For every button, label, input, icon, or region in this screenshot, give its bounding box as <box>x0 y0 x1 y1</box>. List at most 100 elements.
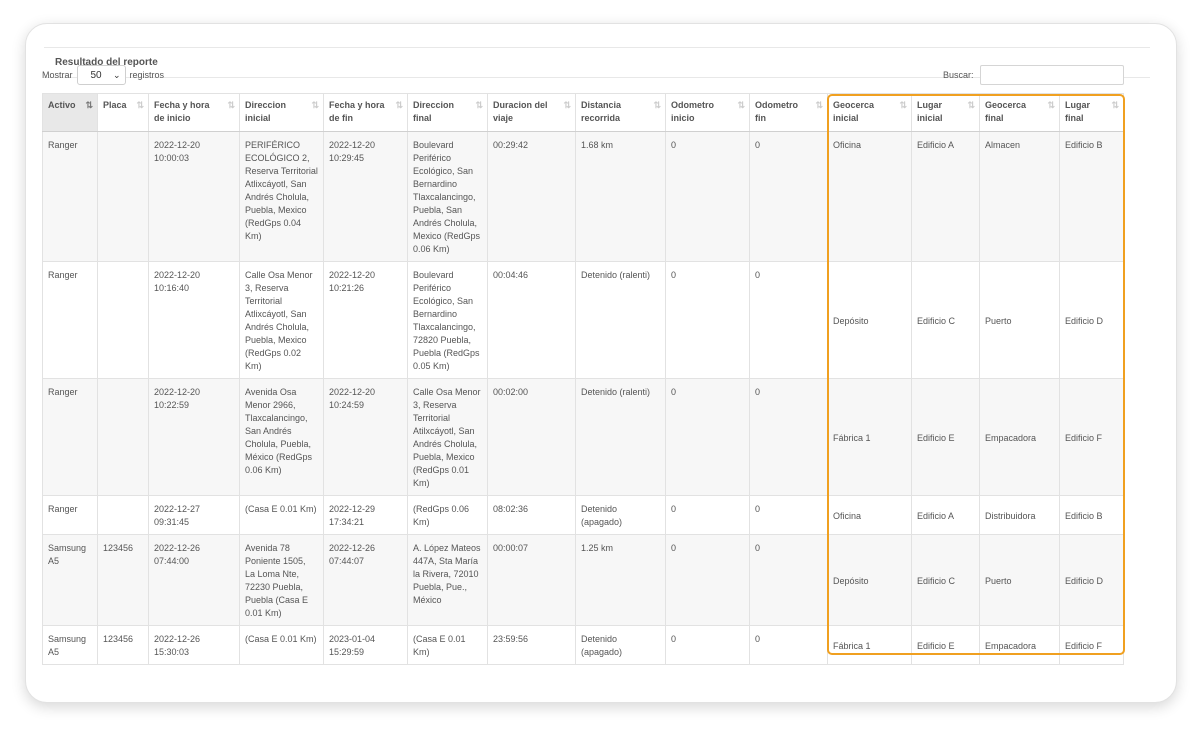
table-cell: Edificio D <box>1059 261 1124 379</box>
column-header-placa[interactable]: Placa ⇅ <box>97 93 149 132</box>
length-suffix-label: registros <box>129 70 165 80</box>
page-length-select[interactable]: 50 ⌄ <box>76 65 126 85</box>
table-cell: Samsung A5 <box>42 625 98 665</box>
table-cell: Edificio C <box>911 534 980 626</box>
column-header-fecha-inicio[interactable]: Fecha y hora de inicio ⇅ <box>148 93 240 132</box>
page-length-value: 50 <box>90 69 102 81</box>
table-cell: Samsung A5 <box>42 534 98 626</box>
table-cell: PERIFÉRICO ECOLÓGICO 2, Reserva Territor… <box>239 131 324 262</box>
column-header-odometro-fin[interactable]: Odometro fin ⇅ <box>749 93 828 132</box>
table-cell: Puerto <box>979 261 1060 379</box>
table-cell: 2022-12-26 15:30:03 <box>148 625 240 665</box>
table-cell: 0 <box>749 261 828 379</box>
table-cell: Avenida 78 Poniente 1505, La Loma Nte, 7… <box>239 534 324 626</box>
chevron-down-icon: ⌄ <box>112 70 121 80</box>
column-header-lugar-final[interactable]: Lugar final ⇅ <box>1059 93 1124 132</box>
table-cell <box>97 378 149 496</box>
table-cell: 2022-12-20 10:22:59 <box>148 378 240 496</box>
table-cell: 00:00:07 <box>487 534 576 626</box>
sort-icon: ⇅ <box>815 100 822 110</box>
table-cell: Calle Osa Menor 3, Reserva Territorial A… <box>239 261 324 379</box>
table-cell: 0 <box>665 495 750 535</box>
column-header-lugar-inicial[interactable]: Lugar inicial ⇅ <box>911 93 980 132</box>
table-row: Ranger 2022-12-20 10:16:40 Calle Osa Menor… <box>42 261 1124 379</box>
column-header-fecha-fin[interactable]: Fecha y hora de fin ⇅ <box>323 93 408 132</box>
table-cell: A. López Mateos 447A, Sta María la River… <box>407 534 488 626</box>
table-cell: Oficina <box>827 495 912 535</box>
table-cell: (Casa E 0.01 Km) <box>407 625 488 665</box>
table-cell: Edificio F <box>1059 378 1124 496</box>
table-cell: Fábrica 1 <box>827 625 912 665</box>
table-cell: Ranger <box>42 261 98 379</box>
table-cell: Edificio B <box>1059 495 1124 535</box>
table-cell: 0 <box>665 261 750 379</box>
table-row: Samsung A5 123456 2022-12-26 15:30:03 (Casa… <box>42 625 1124 665</box>
column-header-label: Odometro inicio <box>671 100 715 123</box>
search-control: Buscar: <box>943 65 1124 85</box>
sort-asc-icon: ⇅ <box>85 100 92 110</box>
table-cell: 2022-12-20 10:29:45 <box>323 131 408 262</box>
sort-icon: ⇅ <box>395 100 402 110</box>
table-row: Ranger 2022-12-20 10:22:59 Avenida Osa Men… <box>42 378 1124 496</box>
table-cell: Edificio A <box>911 495 980 535</box>
sort-icon: ⇅ <box>136 100 143 110</box>
table-cell: 0 <box>665 378 750 496</box>
column-header-label: Fecha y hora de inicio <box>154 100 210 123</box>
table-cell: Edificio E <box>911 625 980 665</box>
table-cell <box>97 261 149 379</box>
table-cell: 0 <box>665 625 750 665</box>
table-cell: Detenido (ralenti) <box>575 261 666 379</box>
column-header-geocerca-final[interactable]: Geocerca final ⇅ <box>979 93 1060 132</box>
table-cell: Edificio F <box>1059 625 1124 665</box>
table-cell: Detenido (apagado) <box>575 625 666 665</box>
column-header-label: Fecha y hora de fin <box>329 100 385 123</box>
column-header-label: Distancia recorrida <box>581 100 622 123</box>
table-cell: Distribuidora <box>979 495 1060 535</box>
table-cell: 2022-12-20 10:00:03 <box>148 131 240 262</box>
report-table: Activo ⇅ Placa ⇅ Fecha y hora de inicio ⇅ D… <box>42 93 1124 665</box>
table-cell: Ranger <box>42 495 98 535</box>
table-cell: 23:59:56 <box>487 625 576 665</box>
table-cell: Oficina <box>827 131 912 262</box>
table-row: Ranger 2022-12-27 09:31:45 (Casa E 0.01 Km… <box>42 495 1124 535</box>
table-cell: 0 <box>749 495 828 535</box>
table-cell: 2022-12-26 07:44:00 <box>148 534 240 626</box>
table-cell: 0 <box>749 131 828 262</box>
column-header-label: Activo <box>48 100 76 110</box>
table-cell: Empacadora <box>979 378 1060 496</box>
column-header-duracion[interactable]: Duracion del viaje ⇅ <box>487 93 576 132</box>
table-header-row: Activo ⇅ Placa ⇅ Fecha y hora de inicio ⇅ D… <box>42 93 1124 132</box>
table-cell: Detenido (apagado) <box>575 495 666 535</box>
table-cell <box>97 495 149 535</box>
table-cell: Boulevard Periférico Ecológico, San Bern… <box>407 131 488 262</box>
length-prefix-label: Mostrar <box>42 70 73 80</box>
column-header-direccion-final[interactable]: Direccion final ⇅ <box>407 93 488 132</box>
table-cell: Empacadora <box>979 625 1060 665</box>
table-cell: 2022-12-20 10:21:26 <box>323 261 408 379</box>
column-header-activo[interactable]: Activo ⇅ <box>42 93 98 132</box>
table-cell: Edificio B <box>1059 131 1124 262</box>
table-cell: 0 <box>749 378 828 496</box>
table-cell: 2022-12-20 10:24:59 <box>323 378 408 496</box>
sort-icon: ⇅ <box>1111 100 1118 110</box>
sort-icon: ⇅ <box>227 100 234 110</box>
table-cell: Ranger <box>42 378 98 496</box>
sort-icon: ⇅ <box>475 100 482 110</box>
column-header-direccion-inicial[interactable]: Direccion inicial ⇅ <box>239 93 324 132</box>
table-cell: Depósito <box>827 261 912 379</box>
table-cell: 00:04:46 <box>487 261 576 379</box>
table-cell: 0 <box>665 534 750 626</box>
table-cell <box>97 131 149 262</box>
column-header-geocerca-inicial[interactable]: Geocerca inicial ⇅ <box>827 93 912 132</box>
column-header-label: Direccion final <box>413 100 455 123</box>
search-input[interactable] <box>979 65 1124 85</box>
table-body: Ranger 2022-12-20 10:00:03 PERIFÉRICO ECOL… <box>42 131 1124 665</box>
table-cell: 2022-12-27 09:31:45 <box>148 495 240 535</box>
table-cell: 1.68 km <box>575 131 666 262</box>
table-cell: Puerto <box>979 534 1060 626</box>
table-cell: Edificio E <box>911 378 980 496</box>
table-cell: (Casa E 0.01 Km) <box>239 495 324 535</box>
column-header-distancia[interactable]: Distancia recorrida ⇅ <box>575 93 666 132</box>
table-cell: 08:02:36 <box>487 495 576 535</box>
column-header-odometro-inicio[interactable]: Odometro inicio ⇅ <box>665 93 750 132</box>
